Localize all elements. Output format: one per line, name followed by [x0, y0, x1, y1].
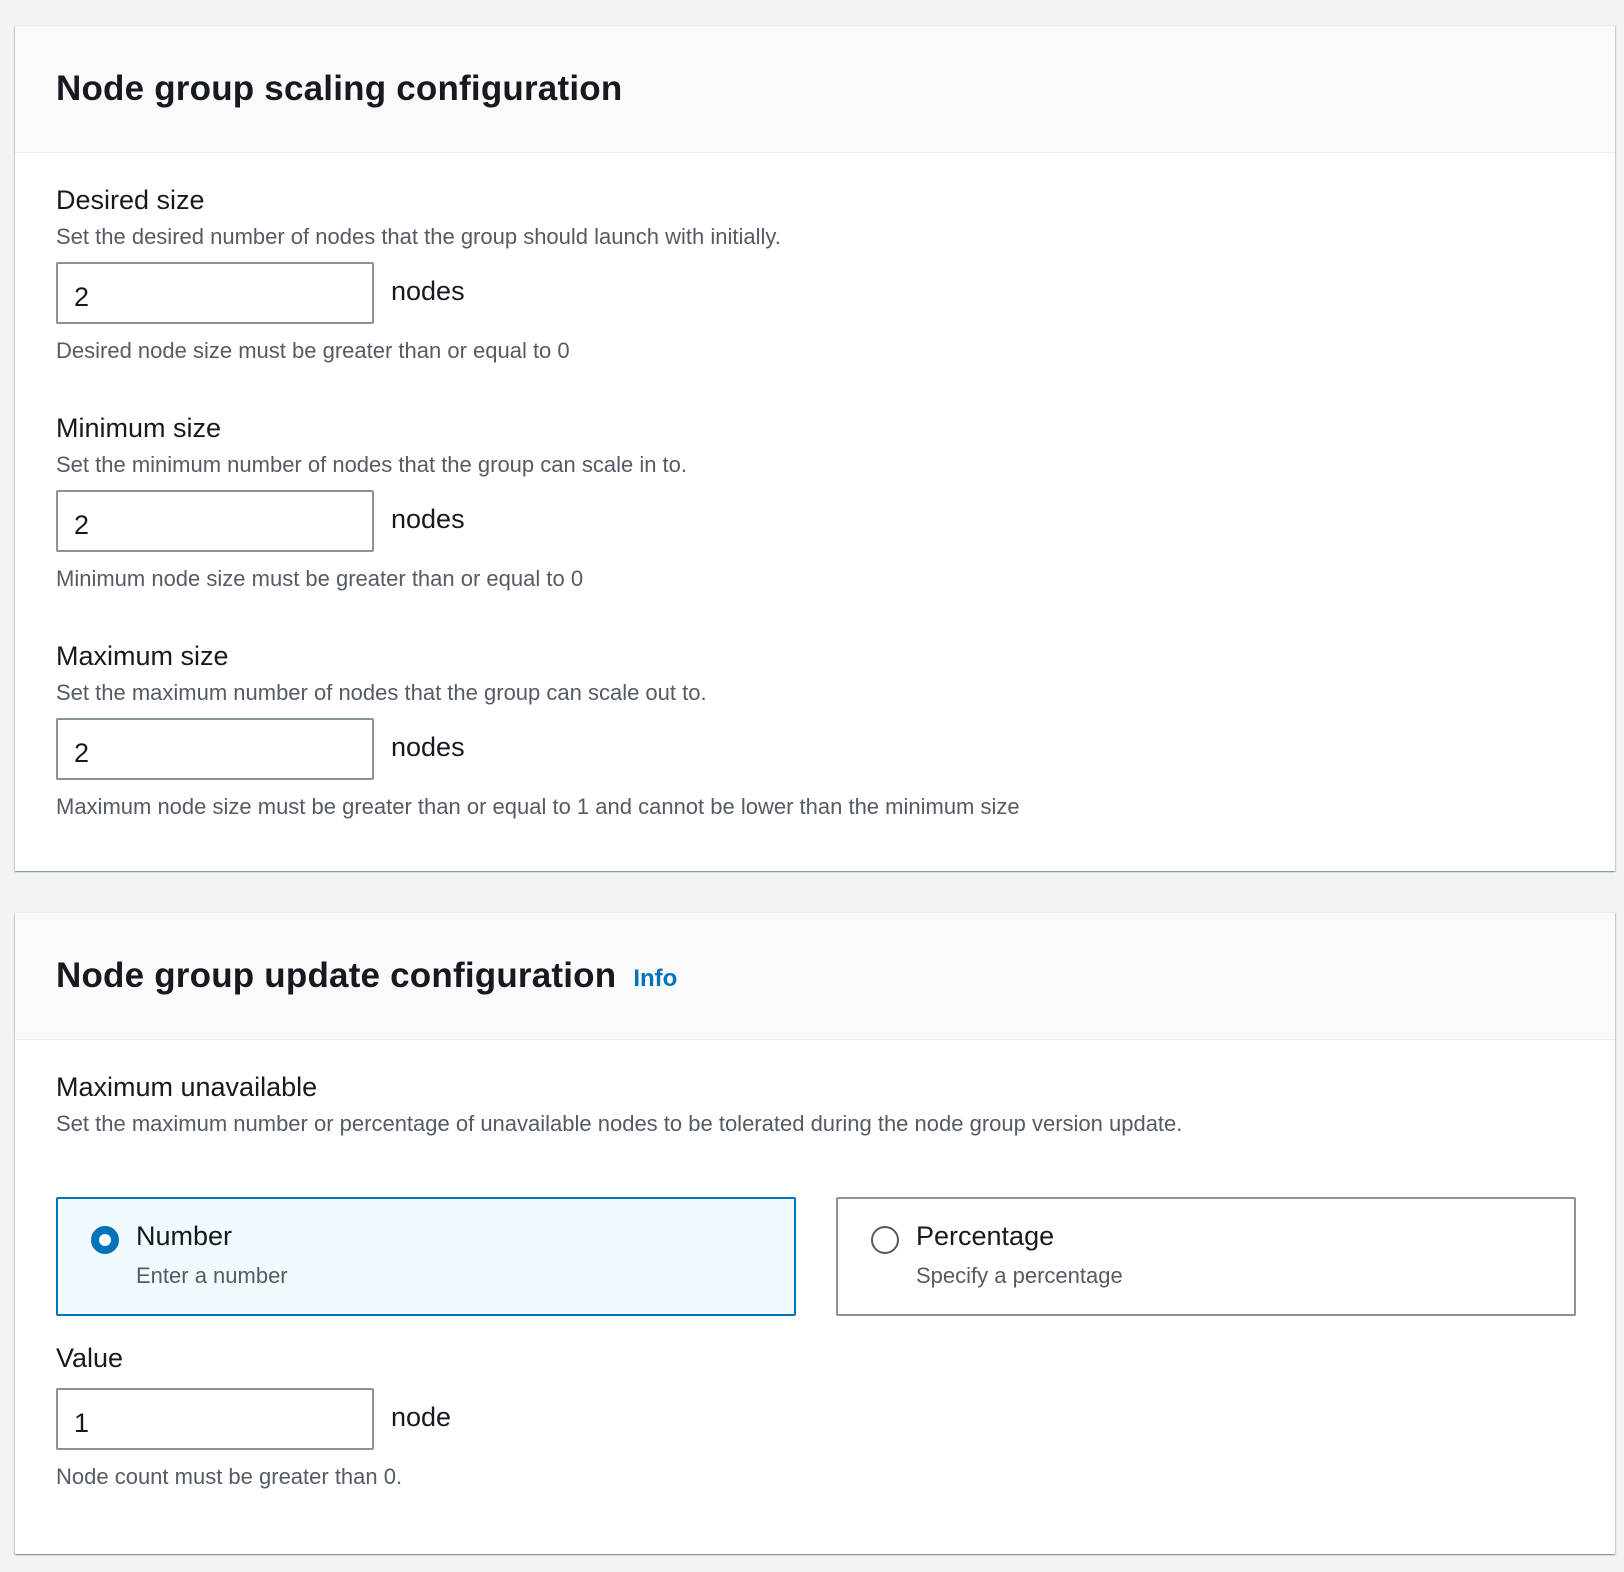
desired-size-description: Set the desired number of nodes that the… — [56, 224, 781, 249]
value-input-row: node — [56, 1388, 1556, 1450]
desired-size-constraint: Desired node size must be greater than o… — [56, 338, 570, 363]
minimum-size-description: Set the minimum number of nodes that the… — [56, 452, 688, 477]
update-config-header: Node group update configuration Info — [15, 913, 1615, 1040]
minimum-size-input-row: nodes — [56, 490, 1556, 552]
max-unavailable-field: Maximum unavailable Set the maximum numb… — [56, 1071, 1556, 1139]
number-option-tile[interactable]: Number Enter a number — [56, 1197, 796, 1316]
maximum-size-input-row: nodes — [56, 718, 1556, 780]
percentage-option-description: Specify a percentage — [916, 1263, 1123, 1288]
maximum-size-input[interactable] — [56, 718, 374, 780]
desired-size-unit: nodes — [391, 276, 465, 306]
number-option-description: Enter a number — [136, 1263, 288, 1288]
value-unit: node — [391, 1402, 452, 1432]
value-input[interactable] — [56, 1388, 374, 1450]
desired-size-label: Desired size — [56, 185, 205, 215]
maximum-size-field: Maximum size Set the maximum number of n… — [56, 640, 1556, 822]
desired-size-input-row: nodes — [56, 262, 1556, 324]
value-label: Value — [56, 1343, 124, 1373]
info-link[interactable]: Info — [633, 965, 677, 993]
maximum-size-unit: nodes — [391, 732, 465, 762]
scaling-config-header: Node group scaling configuration — [15, 26, 1615, 153]
minimum-size-field: Minimum size Set the minimum number of n… — [56, 412, 1556, 594]
percentage-radio[interactable] — [871, 1226, 899, 1254]
scaling-config-panel: Node group scaling configuration Desired… — [15, 25, 1615, 871]
minimum-size-label: Minimum size — [56, 413, 222, 443]
number-option-label: Number — [136, 1221, 233, 1251]
percentage-option-tile[interactable]: Percentage Specify a percentage — [836, 1197, 1576, 1316]
update-config-title: Node group update configuration — [56, 956, 617, 995]
max-unavailable-description: Set the maximum number or percentage of … — [56, 1111, 1183, 1136]
scaling-config-title: Node group scaling configuration — [56, 69, 623, 108]
minimum-size-unit: nodes — [391, 504, 465, 534]
minimum-size-input[interactable] — [56, 490, 374, 552]
maximum-size-description: Set the maximum number of nodes that the… — [56, 680, 707, 705]
minimum-size-constraint: Minimum node size must be greater than o… — [56, 566, 584, 591]
number-radio[interactable] — [91, 1226, 119, 1254]
percentage-option-label: Percentage — [916, 1221, 1055, 1251]
max-unavailable-tiles: Number Enter a number Percentage Specify… — [56, 1197, 1576, 1316]
desired-size-input[interactable] — [56, 262, 374, 324]
update-config-panel: Node group update configuration Info Max… — [15, 912, 1615, 1554]
max-unavailable-label: Maximum unavailable — [56, 1072, 318, 1102]
maximum-size-label: Maximum size — [56, 641, 229, 671]
value-constraint: Node count must be greater than 0. — [56, 1464, 403, 1489]
value-field: Value node Node count must be greater th… — [56, 1342, 1556, 1492]
desired-size-field: Desired size Set the desired number of n… — [56, 184, 1556, 366]
maximum-size-constraint: Maximum node size must be greater than o… — [56, 794, 1020, 819]
